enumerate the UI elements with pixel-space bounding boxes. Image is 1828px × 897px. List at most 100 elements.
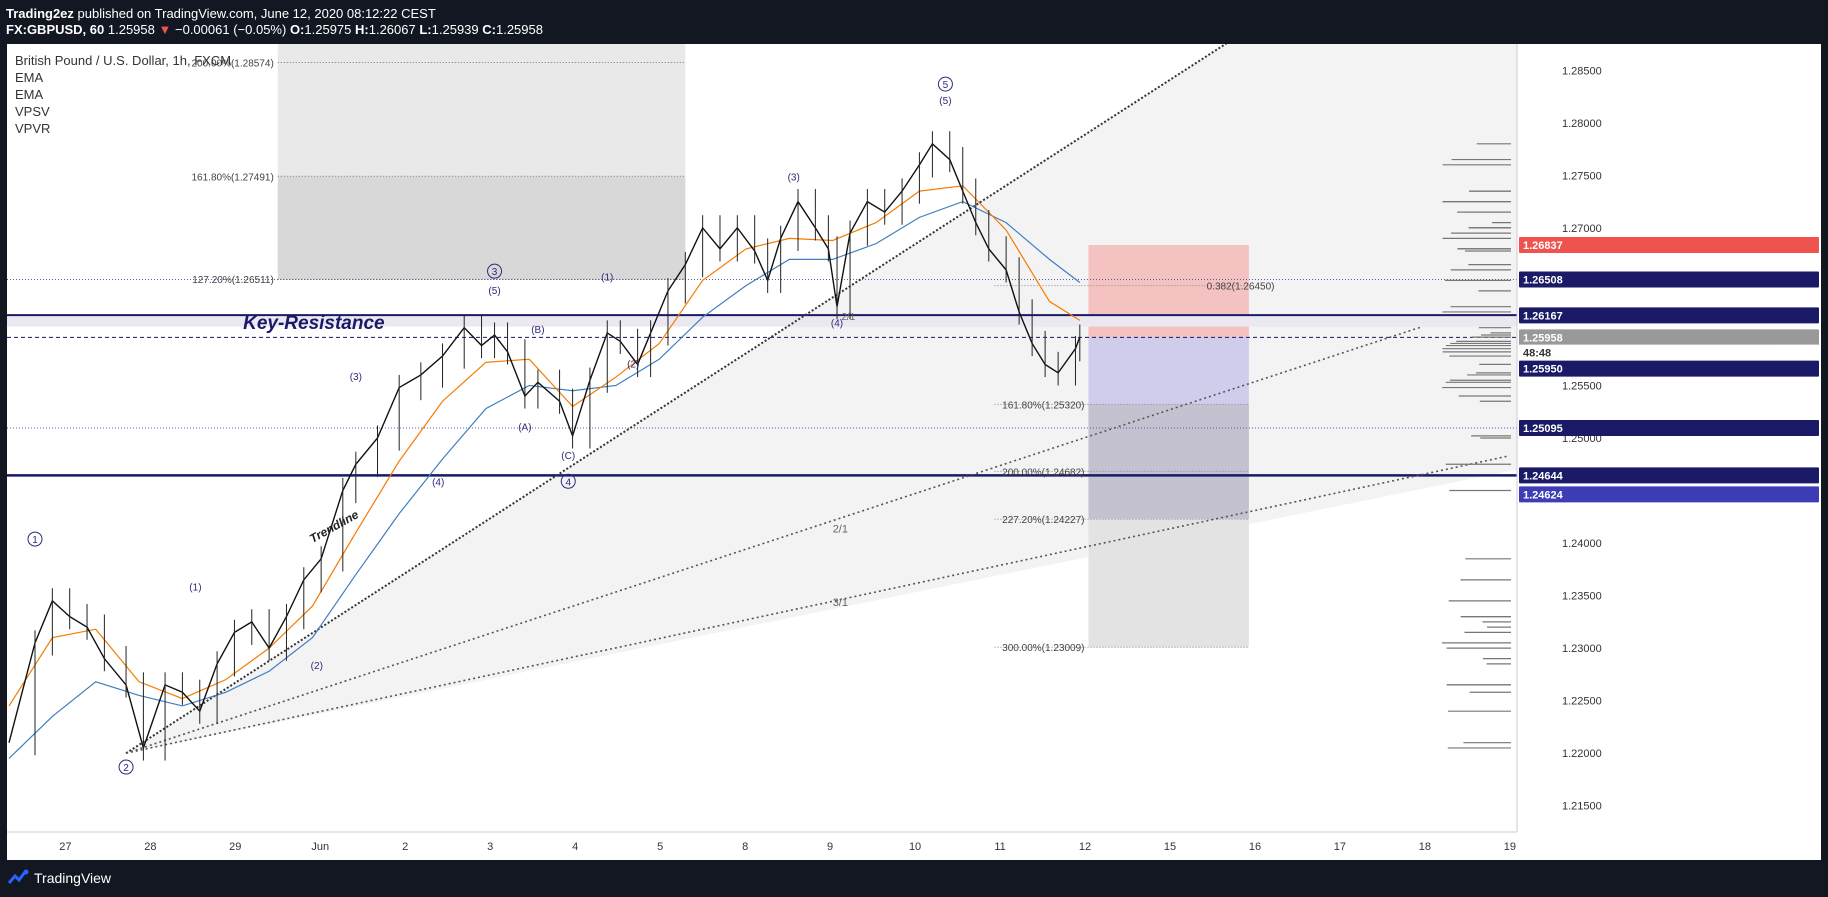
key-resistance-label: Key-Resistance: [243, 313, 385, 334]
price-axis-label-box: [1519, 236, 1819, 253]
fan-line-label: 2/1: [833, 524, 848, 536]
high-label: H:: [355, 22, 369, 37]
legend-indicator[interactable]: EMA: [15, 69, 231, 86]
time-tick-label: 10: [909, 841, 921, 853]
price-tick-label: 1.23500: [1562, 591, 1602, 603]
time-tick-label: 29: [229, 841, 241, 853]
fib-level-label: 200.00%(1.24682): [1002, 467, 1084, 478]
price-tick-label: 1.27000: [1562, 223, 1602, 235]
time-tick-label: 17: [1334, 841, 1346, 853]
price-axis-label: 1.24644: [1523, 470, 1564, 482]
time-tick-label: 16: [1249, 841, 1261, 853]
time-tick-label: 2: [402, 841, 408, 853]
low-value: 1.25939: [431, 22, 479, 37]
wave-label: (2): [627, 360, 639, 371]
footer: TradingView: [0, 860, 1828, 897]
price-axis-label: 48:48: [1523, 348, 1551, 360]
price-tick-label: 1.22000: [1562, 748, 1602, 760]
price-axis-label: 1.26508: [1523, 275, 1563, 287]
close-label: C:: [482, 22, 496, 37]
time-tick-label: 9: [827, 841, 833, 853]
fib-level-label: 300.00%(1.23009): [1002, 643, 1084, 654]
time-tick-label: 28: [144, 841, 156, 853]
price-axis-label-box: [1519, 329, 1819, 346]
published-text: published on TradingView.com, June 12, 2…: [77, 6, 436, 21]
price-tick-label: 1.24000: [1562, 538, 1602, 550]
last-price: 1.25958: [107, 22, 155, 37]
time-tick-label: 15: [1164, 841, 1176, 853]
wave-label: 3: [492, 267, 498, 278]
chart-area[interactable]: 200.00%(1.28574) 161.80%(1.27491) 127.20%(…: [7, 44, 1821, 860]
price-axis-label-box: [1519, 344, 1819, 361]
wave-label: (C): [561, 451, 575, 462]
wave-label: (2): [311, 661, 323, 672]
wave-label: (3): [788, 173, 800, 184]
ohlc-line: FX:GBPUSD, 60 1.25958 ▼ −0.00061 (−0.05%…: [6, 22, 543, 37]
high-value: 1.26067: [368, 22, 416, 37]
legend-title: British Pound / U.S. Dollar, 1h, FXCM: [15, 53, 232, 68]
price-axis-label: 1.24624: [1523, 489, 1564, 501]
price-axis-label-box: [1519, 486, 1819, 503]
wave-label: (5): [488, 286, 500, 297]
time-tick-label: 27: [59, 841, 71, 853]
price-axis-label: 1.25958: [1523, 332, 1563, 344]
wave-label: 2: [123, 763, 129, 774]
price-tick-label: 1.25500: [1562, 380, 1602, 392]
chart-legend: British Pound / U.S. Dollar, 1h, FXCM EM…: [15, 52, 231, 137]
publisher-line: Trading2ez published on TradingView.com,…: [6, 6, 436, 21]
time-tick-label: 5: [657, 841, 663, 853]
legend-indicator[interactable]: VPVR: [15, 120, 231, 137]
price-axis-label: 1.26167: [1523, 310, 1563, 322]
down-arrow-icon: ▼: [158, 22, 172, 37]
trendline-label: Trendline: [307, 507, 361, 545]
time-tick-label: 3: [487, 841, 493, 853]
price-tick-label: 1.21500: [1562, 801, 1602, 813]
fib-level-label: 127.20%(1.26511): [192, 275, 274, 286]
price-axis-label: 1.25095: [1523, 423, 1563, 435]
wave-label: (A): [518, 423, 531, 434]
key-resistance-band: [7, 315, 1517, 327]
time-tick-label: 12: [1079, 841, 1091, 853]
wave-label: (4): [432, 477, 444, 488]
price-axis-label-box: [1519, 467, 1819, 484]
price-axis-label-box: [1519, 271, 1819, 288]
time-tick-label: 4: [572, 841, 578, 853]
price-tick-label: 1.22500: [1562, 696, 1602, 708]
wave-label: (1): [601, 272, 613, 283]
fib-level-label: 0.382(1.26450): [1207, 282, 1275, 293]
open-value: 1.25975: [304, 22, 352, 37]
time-tick-label: 18: [1419, 841, 1431, 853]
price-chart[interactable]: 200.00%(1.28574)161.80%(1.27491)127.20%(…: [7, 44, 1821, 860]
legend-indicator[interactable]: EMA: [15, 86, 231, 103]
open-label: O:: [289, 22, 305, 37]
wave-label: 4: [565, 477, 571, 488]
time-tick-label: 19: [1504, 841, 1516, 853]
legend-indicator[interactable]: VPSV: [15, 103, 231, 120]
price-tick-label: 1.28000: [1562, 118, 1602, 130]
fib-level-label: 227.20%(1.24227): [1002, 515, 1084, 526]
wave-label: (B): [531, 325, 544, 336]
footer-brand[interactable]: TradingView: [34, 870, 111, 886]
low-label: L:: [419, 22, 432, 37]
fib-level-label: 161.80%(1.25320): [1002, 400, 1084, 411]
chart-header: Trading2ez published on TradingView.com,…: [0, 0, 1828, 44]
price-axis-label-box: [1519, 307, 1819, 324]
wave-label: (5): [939, 96, 951, 107]
price-tick-label: 1.28500: [1562, 65, 1602, 77]
time-tick-label: 8: [742, 841, 748, 853]
wave-label: (4): [831, 319, 843, 330]
wave-label: 5: [943, 80, 949, 91]
price-tick-label: 1.27500: [1562, 170, 1602, 182]
price-axis: [1517, 44, 1821, 860]
fan-line-label: 3/1: [833, 597, 848, 609]
publisher-name: Trading2ez: [6, 6, 74, 21]
price-axis-label-box: [1519, 420, 1819, 437]
fib-extension-zone-inner: [277, 176, 686, 280]
wave-label: (3): [350, 372, 362, 383]
wave-label: (1): [189, 582, 201, 593]
tradingview-logo-icon: [8, 869, 29, 884]
price-axis-label: 1.25950: [1523, 364, 1563, 376]
change: −0.00061 (−0.05%): [175, 22, 287, 37]
fib-level-label: 161.80%(1.27491): [191, 172, 273, 183]
close-value: 1.25958: [495, 22, 543, 37]
